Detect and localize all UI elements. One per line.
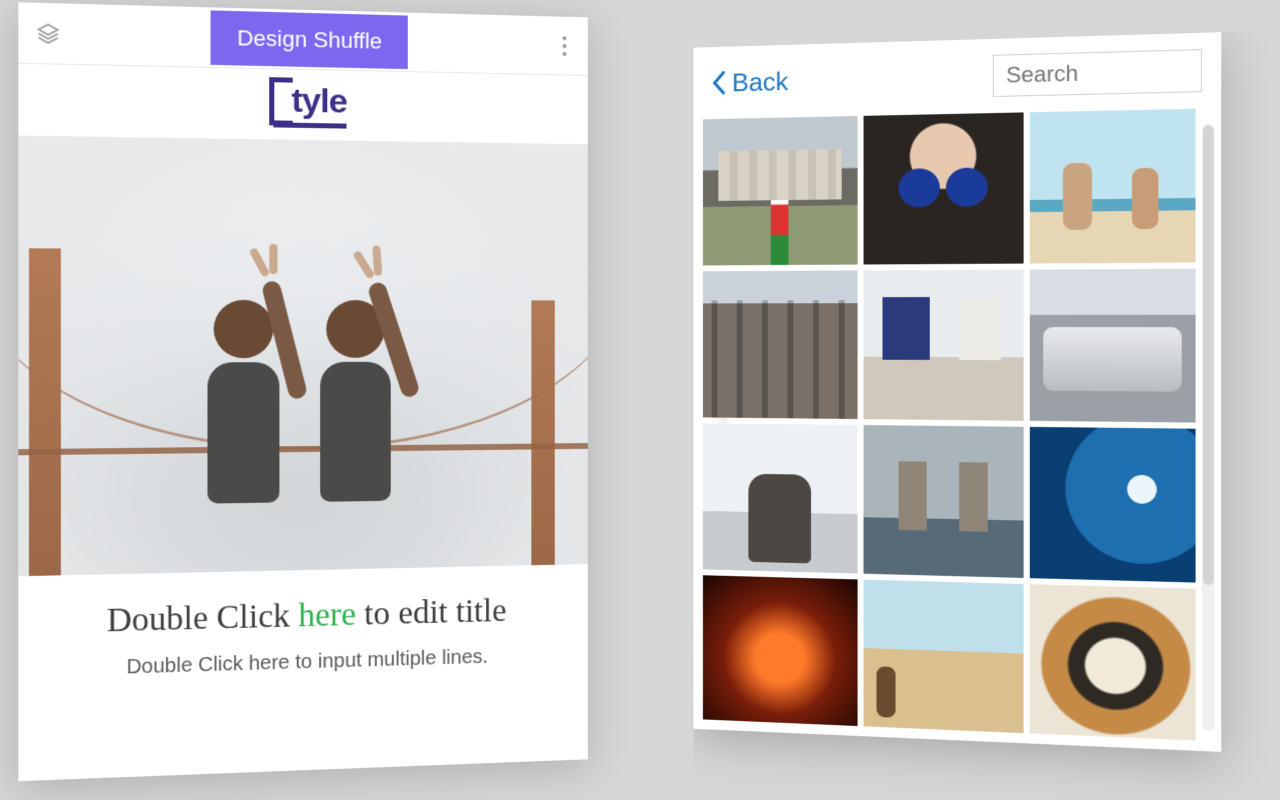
dots-vertical-icon <box>563 36 567 40</box>
tyle-logo: tyle <box>273 81 347 128</box>
design-shuffle-button[interactable]: Design Shuffle <box>210 10 408 69</box>
image-thumb[interactable] <box>1030 584 1196 740</box>
layers-icon <box>35 21 60 46</box>
image-thumb[interactable] <box>703 423 858 573</box>
layers-button[interactable] <box>33 19 63 48</box>
image-thumb[interactable] <box>703 575 858 728</box>
editor-card: Design Shuffle tyle Double Click here to… <box>18 2 588 781</box>
picker-topbar: Back <box>693 32 1221 119</box>
more-menu-button[interactable] <box>551 30 578 62</box>
image-thumb[interactable] <box>703 270 858 419</box>
scrollbar[interactable] <box>1202 125 1215 731</box>
image-thumb[interactable] <box>864 270 1024 421</box>
scrollbar-handle[interactable] <box>1203 125 1214 586</box>
image-thumb[interactable] <box>1030 109 1196 264</box>
image-thumb[interactable] <box>1030 269 1196 423</box>
image-thumb[interactable] <box>864 112 1024 264</box>
title-area[interactable]: Double Click here to edit title Double C… <box>18 564 588 720</box>
back-button[interactable]: Back <box>711 66 789 98</box>
image-thumb[interactable] <box>864 425 1024 578</box>
slide-footer-meta: / Layout B / 900×900 <box>18 793 588 800</box>
image-grid <box>703 109 1196 741</box>
hero-image[interactable] <box>18 136 588 577</box>
image-picker-panel: Back <box>693 32 1221 752</box>
image-thumb[interactable] <box>1030 427 1196 583</box>
image-thumb[interactable] <box>864 580 1024 736</box>
image-thumb[interactable] <box>703 116 858 265</box>
logo-row: tyle <box>18 64 588 145</box>
title-placeholder[interactable]: Double Click here to edit title <box>40 592 569 642</box>
subtitle-placeholder[interactable]: Double Click here to input multiple line… <box>40 644 569 682</box>
slide-canvas[interactable]: tyle Double Click here to edit title Dou… <box>18 64 588 720</box>
search-input[interactable] <box>993 49 1202 97</box>
chevron-left-icon <box>711 70 726 96</box>
editor-topbar: Design Shuffle <box>18 2 588 76</box>
